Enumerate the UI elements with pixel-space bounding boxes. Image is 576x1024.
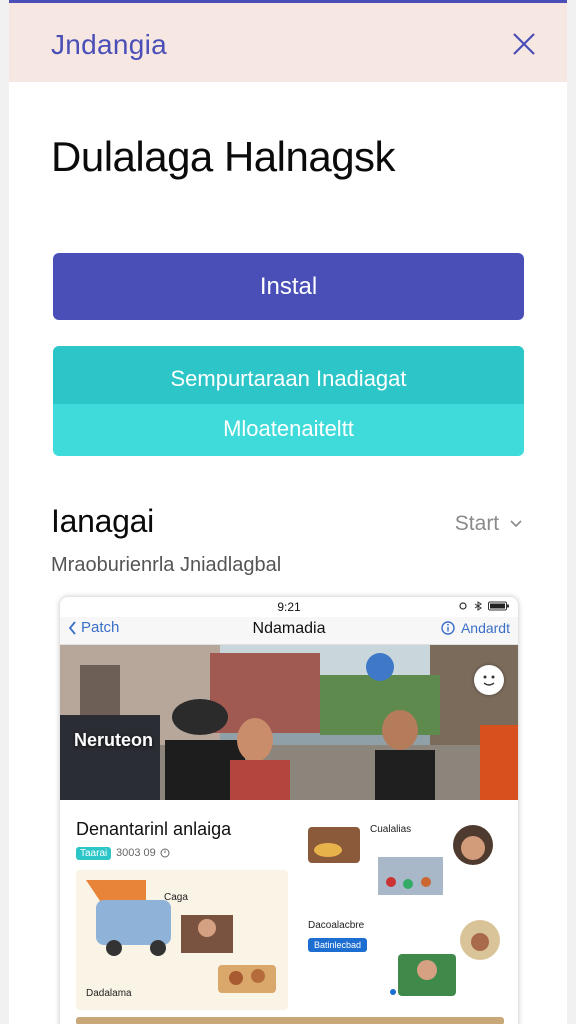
community-card[interactable]: Dacoalacbre Batinlecbad xyxy=(298,912,503,1012)
bluetooth-icon xyxy=(474,601,482,611)
street-scene xyxy=(60,645,518,800)
signal-icon xyxy=(459,602,467,610)
card-b-label: Cualalias xyxy=(370,824,412,835)
bottom-strip xyxy=(76,1017,504,1024)
preview-nav-bar: Patch Ndamadia Andardt xyxy=(60,617,518,645)
app-sheet: Jndangia Dulalaga Halnagsk Instal Sempur… xyxy=(9,0,567,1024)
start-label: Start xyxy=(454,512,500,535)
app-preview-screenshot: 9:21 Patch Ndamadia Andardt Neruteon Den… xyxy=(60,597,518,1024)
photo-label: Neruteon xyxy=(74,730,154,750)
app-name: Jndangia xyxy=(51,29,168,60)
preview-action-label: Andardt xyxy=(460,620,510,636)
card-meta: 3003 09 xyxy=(116,847,170,859)
section-subtitle: Mraoburienrla Jniadlagbal xyxy=(51,554,282,576)
status-bar: 9:21 xyxy=(60,597,518,617)
page-title: Dulalaga Halnagsk xyxy=(51,133,396,180)
tag-badge: Taarai xyxy=(76,847,112,860)
card-c-button[interactable]: Batinlecbad xyxy=(308,938,368,952)
start-link[interactable]: Start xyxy=(455,512,523,536)
info-icon xyxy=(441,621,455,635)
preview-action[interactable]: Andardt xyxy=(441,620,510,636)
secondary-button-label: Sempurtaraan Inadiagat xyxy=(53,346,524,404)
status-time: 9:21 xyxy=(277,600,301,614)
card-a-label-bottom: Dadalama xyxy=(86,988,132,999)
install-button[interactable]: Instal xyxy=(53,253,524,320)
clock-icon xyxy=(160,848,170,858)
secondary-button[interactable]: Sempurtaraan Inadiagat Mloatenaiteltt xyxy=(53,346,524,456)
smile-icon[interactable] xyxy=(474,665,504,695)
card-a-label-top: Caga xyxy=(164,892,188,903)
feature-card[interactable]: Caga Dadalama xyxy=(76,870,288,1010)
close-icon[interactable] xyxy=(511,31,537,57)
card-title: Denantarinl anlaiga xyxy=(76,819,232,839)
header-bar: Jndangia xyxy=(9,3,567,82)
section-title: Ianagai xyxy=(51,503,154,539)
card-c-label: Dacoalacbre xyxy=(308,920,365,931)
card-meta-text: 3003 09 xyxy=(116,847,156,859)
chevron-down-icon xyxy=(510,520,522,528)
street-photo: Neruteon xyxy=(60,645,518,800)
secondary-button-sublabel: Mloatenaiteltt xyxy=(53,404,524,456)
battery-icon xyxy=(488,601,509,611)
gallery-card[interactable]: Cualalias xyxy=(298,812,503,907)
status-icons xyxy=(458,601,510,611)
